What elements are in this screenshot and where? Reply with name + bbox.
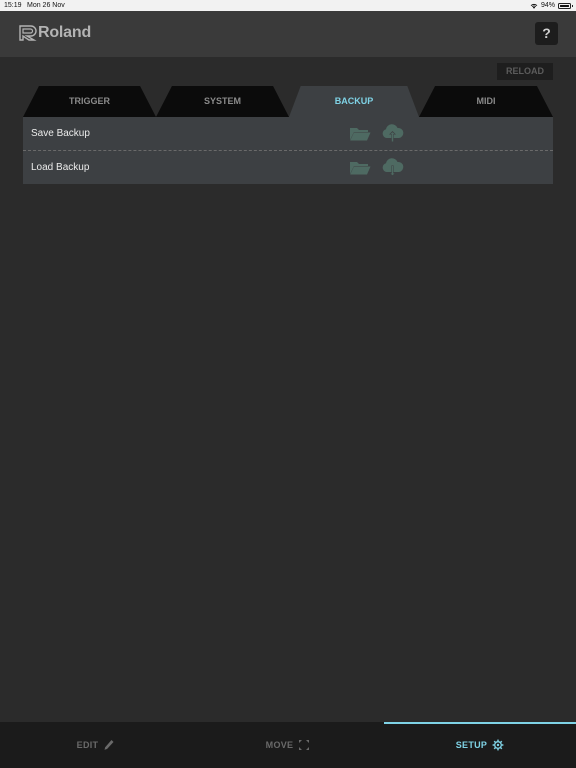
save-backup-row: Save Backup <box>23 117 553 151</box>
app-header: Roland ? <box>0 11 576 57</box>
status-right: 94% <box>530 0 573 11</box>
logo-text: Roland <box>38 24 92 41</box>
pencil-icon <box>104 740 114 750</box>
tab-system[interactable]: SYSTEM <box>156 86 289 117</box>
battery-percent: 94% <box>540 2 555 9</box>
backup-list: Save Backup Load Backup <box>23 117 553 184</box>
wifi-icon <box>530 3 538 9</box>
tab-trigger[interactable]: TRIGGER <box>23 86 156 117</box>
cloud-upload-icon[interactable] <box>381 123 404 143</box>
load-from-folder-icon[interactable] <box>349 160 371 175</box>
reload-button[interactable]: RELOAD <box>497 63 553 80</box>
nav-move-label: MOVE <box>265 740 294 750</box>
roland-logo: Roland <box>18 23 91 43</box>
tab-backup[interactable]: BACKUP <box>289 86 419 117</box>
status-bar: 15:19 Mon 26 Nov 94% <box>0 0 576 11</box>
load-backup-row: Load Backup <box>23 151 553 185</box>
battery-icon <box>558 2 573 9</box>
move-arrows-icon <box>299 740 310 750</box>
status-time: 15:19 <box>4 2 22 9</box>
nav-edit-label: EDIT <box>76 740 99 750</box>
nav-setup-label: SETUP <box>455 740 488 750</box>
help-button[interactable]: ? <box>535 22 558 45</box>
tab-midi[interactable]: MIDI <box>419 86 553 117</box>
nav-edit[interactable]: EDIT <box>0 722 192 768</box>
status-date: Mon 26 Nov <box>27 2 65 9</box>
cloud-download-icon[interactable] <box>381 157 404 177</box>
setup-tabs: TRIGGER SYSTEM BACKUP MIDI <box>23 86 553 117</box>
save-backup-label: Save Backup <box>31 128 90 139</box>
bottom-nav: EDIT MOVE SETUP <box>0 722 576 768</box>
save-to-folder-icon[interactable] <box>349 126 371 141</box>
roland-r-mark-icon <box>19 25 37 41</box>
nav-setup[interactable]: SETUP <box>384 722 576 768</box>
load-backup-label: Load Backup <box>31 161 90 173</box>
gear-icon <box>492 739 504 751</box>
nav-move[interactable]: MOVE <box>192 722 384 768</box>
